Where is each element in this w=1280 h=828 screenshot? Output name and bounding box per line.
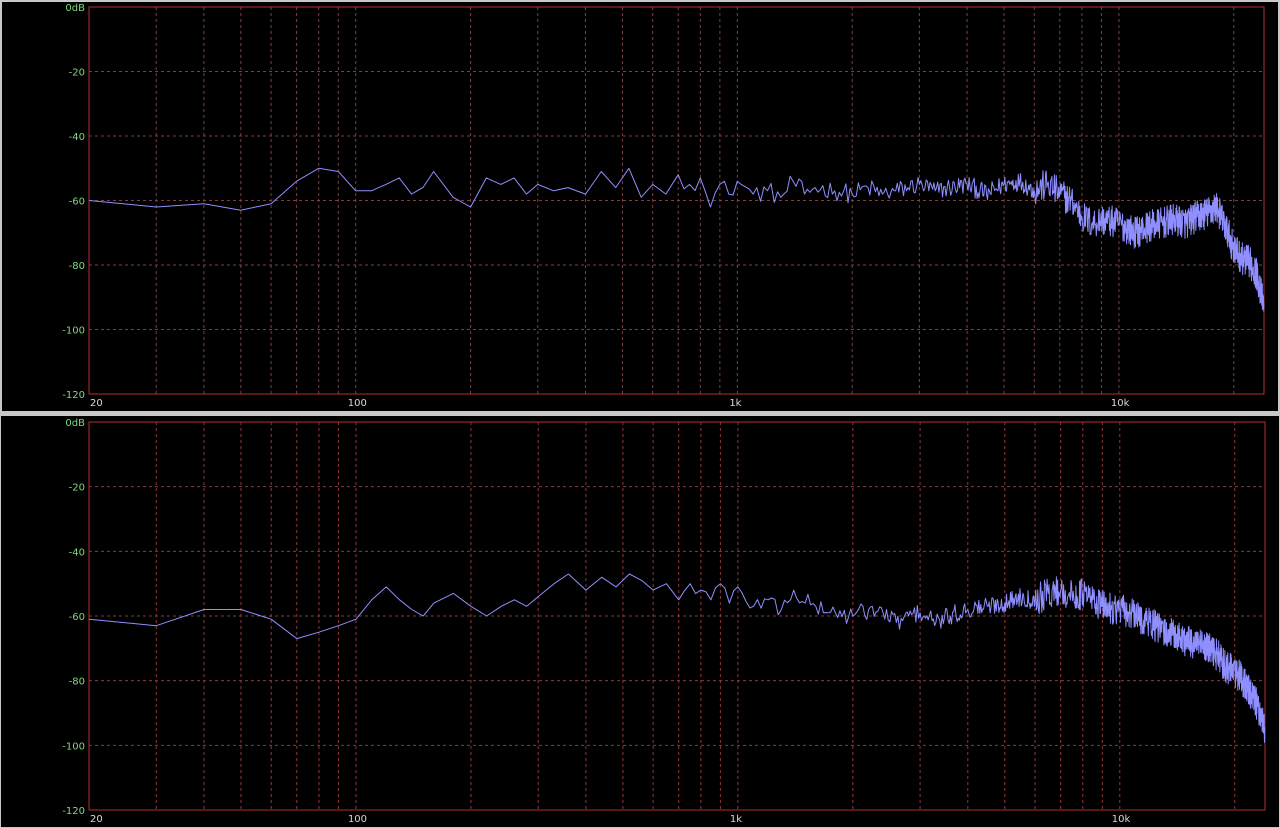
y-tick-label: -80 [69,261,85,272]
y-tick-label: -60 [69,612,85,623]
y-tick-label: -40 [69,547,85,558]
y-tick-label: -40 [69,132,85,143]
x-tick-label: 20 [90,814,103,825]
spectrum-panel-bottom: 0dB -20 -40 -60 -80 -100 -120 20 100 1k 10k [0,413,1280,828]
x-tick-label: 10k [1111,398,1130,409]
x-tick-label: 100 [348,814,367,825]
spectrum-panel-top: 0dB -20 -40 -60 -80 -100 -120 20 100 1k 10k [0,0,1280,413]
y-tick-label: -80 [69,677,85,688]
y-tick-label: 0dB [65,3,85,14]
x-tick-label: 1k [729,398,741,409]
x-tick-label: 10k [1112,814,1131,825]
y-tick-label: -60 [69,197,85,208]
x-tick-label: 100 [348,398,367,409]
spectrum-trace [88,573,1266,743]
spectrum-chart-top: 0dB -20 -40 -60 -80 -100 -120 20 100 1k 10k [62,3,1265,409]
grid-lines [89,422,1265,810]
y-tick-label: -120 [62,390,85,401]
y-tick-label: -20 [69,483,85,494]
y-tick-label: -100 [62,326,85,337]
y-tick-label: -120 [62,806,85,817]
y-tick-label: 0dB [65,418,85,429]
x-tick-label: 1k [730,814,742,825]
y-tick-label: -100 [62,741,85,752]
grid-lines [89,7,1264,394]
y-tick-label: -20 [69,68,85,79]
spectrum-trace [88,167,1265,312]
x-tick-label: 20 [90,398,103,409]
spectrum-chart-bottom: 0dB -20 -40 -60 -80 -100 -120 20 100 1k 10k [62,418,1266,825]
